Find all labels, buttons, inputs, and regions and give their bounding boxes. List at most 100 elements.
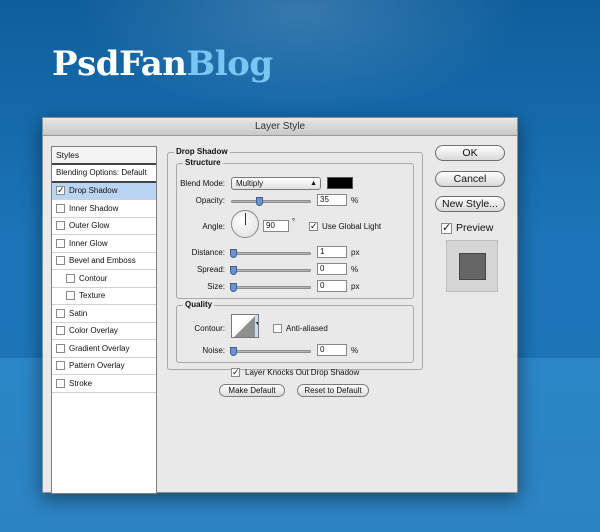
styles-list: Styles Blending Options: Default ✓ Drop Sh… [51,146,157,494]
select-arrows-icon: ▲ [310,180,317,187]
spread-slider[interactable] [230,266,311,275]
noise-slider[interactable] [230,347,311,356]
style-item-label: Color Overlay [69,326,118,336]
style-item-label: Inner Glow [69,238,108,248]
style-item-checkbox[interactable] [56,378,65,388]
opacity-unit: % [351,196,359,205]
preview-checkbox[interactable]: ✓ [441,223,452,234]
style-item-checkbox[interactable] [56,361,65,371]
style-item-outer-glow[interactable]: Outer Glow [52,218,156,235]
contour-picker[interactable] [231,314,259,338]
shadow-color-swatch[interactable] [327,177,353,189]
blend-mode-label: Blend Mode: [180,179,225,188]
style-item-label: Texture [79,291,106,301]
style-item-inner-shadow[interactable]: Inner Shadow [52,200,156,218]
style-item-label: Drop Shadow [69,186,118,196]
opacity-slider[interactable] [231,197,311,206]
blend-mode-value: Multiply [236,179,264,188]
size-label: Size: [207,282,225,291]
anti-aliased-checkbox[interactable] [273,324,282,333]
style-item-checkbox[interactable] [56,203,65,213]
layer-knockout-label: Layer Knocks Out Drop Shadow [245,368,360,377]
style-item-label: Outer Glow [69,221,110,231]
logo-part-blog: Blog [186,44,274,84]
distance-slider-knob[interactable] [230,249,237,258]
logo-part-psdfan: PsdFan [52,44,187,84]
spread-slider-knob[interactable] [230,266,237,275]
style-item-blending-options-default[interactable]: Blending Options: Default [52,165,156,183]
size-field[interactable]: 0 [317,280,347,292]
style-item-label: Contour [79,273,108,283]
style-item-bevel-and-emboss[interactable]: Bevel and Emboss [52,253,156,270]
anti-aliased-label: Anti-aliased [286,324,328,333]
noise-label: Noise: [202,346,225,355]
layer-style-dialog: Layer Style Styles Blending Options: Def… [42,117,518,494]
opacity-label: Opacity: [195,196,225,205]
drop-shadow-title: Drop Shadow [174,147,230,156]
angle-field[interactable]: 90 [263,220,289,232]
quality-title: Quality [183,300,215,309]
distance-slider[interactable] [230,249,311,258]
reset-to-default-button[interactable]: Reset to Default [297,384,369,397]
noise-unit: % [351,346,359,355]
angle-unit: ° [292,217,296,226]
style-item-texture[interactable]: Texture [52,288,156,305]
preview-box [446,240,498,292]
noise-field[interactable]: 0 [317,344,347,356]
angle-dial-needle [245,213,246,225]
distance-unit: px [351,248,360,257]
opacity-slider-knob[interactable] [256,197,263,206]
style-item-checkbox[interactable] [56,326,65,336]
use-global-light-label: Use Global Light [322,222,382,231]
preview-swatch [459,253,486,280]
ok-button[interactable]: OK [435,145,505,161]
spread-unit: % [351,265,359,274]
distance-label: Distance: [191,248,225,257]
style-item-checkbox[interactable] [66,273,75,283]
style-item-inner-glow[interactable]: Inner Glow [52,235,156,253]
cancel-button[interactable]: Cancel [435,171,505,187]
dialog-title: Layer Style [43,118,517,136]
size-slider-knob[interactable] [230,283,237,292]
style-item-gradient-overlay[interactable]: Gradient Overlay [52,340,156,358]
style-item-drop-shadow[interactable]: ✓ Drop Shadow [52,182,156,200]
site-logo: PsdFanBlog [52,44,273,84]
noise-slider-knob[interactable] [230,347,237,356]
style-item-pattern-overlay[interactable]: Pattern Overlay [52,358,156,375]
style-item-checkbox[interactable] [66,291,75,301]
structure-title: Structure [183,158,223,167]
style-item-label: Satin [69,308,88,318]
style-item-checkbox[interactable] [56,221,65,231]
spread-label: Spread: [196,265,225,274]
style-item-label: Inner Shadow [69,203,119,213]
style-item-checkbox[interactable] [56,238,65,248]
style-item-label: Blending Options: Default [56,168,147,178]
styles-header[interactable]: Styles [52,147,156,165]
drop-shadow-group: Drop Shadow Structure Blend Mode: Multip… [167,147,423,370]
new-style-button[interactable]: New Style... [435,196,505,212]
style-item-stroke[interactable]: Stroke [52,375,156,393]
style-item-label: Pattern Overlay [69,361,125,371]
preview-label: Preview [456,222,494,234]
quality-group: Quality Contour: Anti-aliased Noise: 0 % [176,300,414,363]
opacity-field[interactable]: 35 [317,194,347,206]
style-item-color-overlay[interactable]: Color Overlay [52,323,156,340]
style-item-label: Stroke [69,378,93,388]
style-item-satin[interactable]: Satin [52,305,156,323]
contour-linear-icon [234,315,258,337]
size-slider[interactable] [230,283,311,292]
make-default-button[interactable]: Make Default [219,384,285,397]
style-item-checkbox[interactable]: ✓ [56,186,65,196]
use-global-light-checkbox[interactable]: ✓ [309,222,318,231]
style-item-checkbox[interactable] [56,308,65,318]
style-item-checkbox[interactable] [56,256,65,266]
contour-label: Contour: [194,324,225,333]
style-item-contour[interactable]: Contour [52,270,156,288]
angle-label: Angle: [202,222,225,231]
blend-mode-select[interactable]: Multiply ▲ [231,177,321,190]
spread-field[interactable]: 0 [317,263,347,275]
style-item-checkbox[interactable] [56,343,65,353]
distance-field[interactable]: 1 [317,246,347,258]
layer-knockout-checkbox[interactable]: ✓ [231,368,240,377]
angle-dial[interactable] [231,210,259,238]
